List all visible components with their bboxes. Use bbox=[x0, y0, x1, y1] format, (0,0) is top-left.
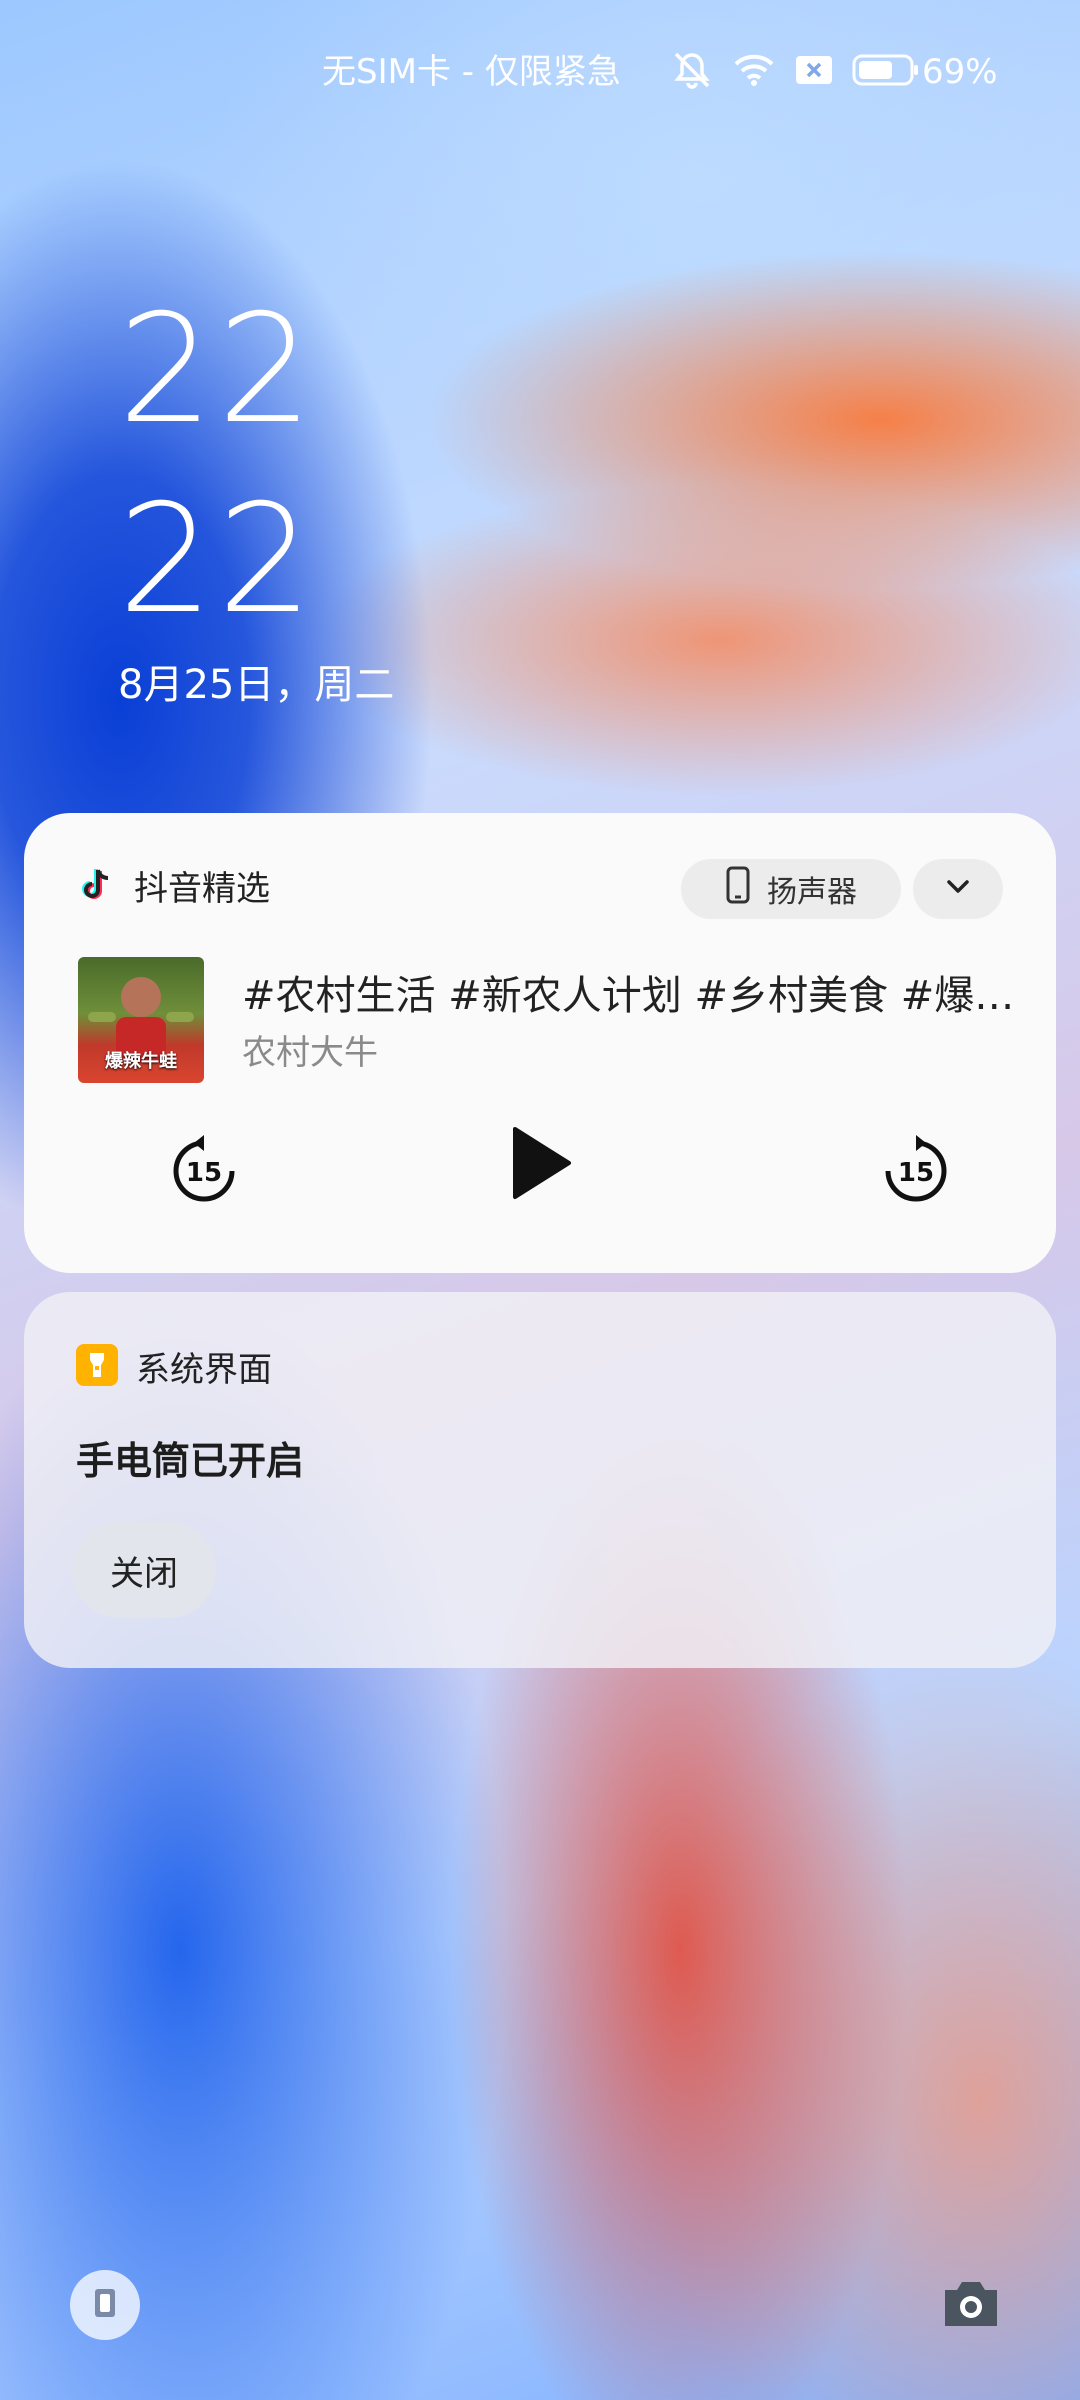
media-app-name: 抖音精选 bbox=[134, 869, 270, 909]
status-icons bbox=[670, 48, 920, 96]
media-notification[interactable]: 抖音精选 扬声器 爆辣牛蛙 #农村生活 #新农人计划 #乡村美食 #爆辣牛蛙 农… bbox=[24, 813, 1056, 1273]
camera-shortcut[interactable] bbox=[935, 2270, 1007, 2342]
lockscreen-date: 8月25日，周二 bbox=[118, 662, 395, 708]
battery-icon bbox=[852, 53, 920, 91]
flashlight-icon bbox=[76, 1343, 118, 1390]
system-app-header: 系统界面 bbox=[76, 1342, 272, 1391]
system-app-name: 系统界面 bbox=[136, 1350, 272, 1390]
rewind-15-icon: 15 bbox=[173, 1135, 235, 1202]
media-title: #农村生活 #新农人计划 #乡村美食 #爆辣牛蛙 bbox=[242, 973, 1022, 1019]
media-app-header: 抖音精选 bbox=[76, 861, 270, 910]
rewind-15-label: 15 bbox=[186, 1158, 222, 1188]
media-artwork-label: 爆辣牛蛙 bbox=[105, 1051, 177, 1072]
battery-percent: 69% bbox=[922, 52, 998, 92]
output-device-button[interactable]: 扬声器 bbox=[681, 859, 901, 919]
no-sim-icon bbox=[794, 52, 834, 92]
clock-minute: 22 bbox=[118, 473, 317, 647]
expand-button[interactable] bbox=[913, 859, 1003, 919]
flashlight-title: 手电筒已开启 bbox=[76, 1439, 305, 1483]
card-icon bbox=[90, 2285, 120, 2325]
flashlight-notification[interactable]: 系统界面 手电筒已开启 关闭 bbox=[24, 1292, 1056, 1668]
phone-icon bbox=[725, 866, 751, 912]
wallet-shortcut[interactable] bbox=[70, 2270, 140, 2340]
carrier-text: 无SIM卡 - 仅限紧急 bbox=[322, 52, 621, 92]
media-artist: 农村大牛 bbox=[242, 1033, 378, 1073]
play-icon bbox=[507, 1125, 573, 1205]
clock-hour: 22 bbox=[118, 283, 317, 457]
forward-15-button[interactable]: 15 bbox=[866, 1115, 966, 1215]
status-bar: 无SIM卡 - 仅限紧急 69% bbox=[0, 48, 1080, 98]
forward-15-label: 15 bbox=[898, 1158, 934, 1188]
wifi-icon bbox=[732, 52, 776, 92]
media-artwork: 爆辣牛蛙 bbox=[78, 957, 204, 1083]
play-button[interactable] bbox=[490, 1115, 590, 1215]
chevron-down-icon bbox=[945, 878, 971, 900]
mute-icon bbox=[670, 50, 714, 94]
forward-15-icon: 15 bbox=[885, 1135, 947, 1202]
tiktok-icon bbox=[76, 864, 116, 908]
close-flashlight-button[interactable]: 关闭 bbox=[72, 1522, 216, 1618]
rewind-15-button[interactable]: 15 bbox=[154, 1115, 254, 1215]
camera-icon bbox=[939, 2276, 1003, 2336]
output-device-label: 扬声器 bbox=[767, 875, 857, 910]
